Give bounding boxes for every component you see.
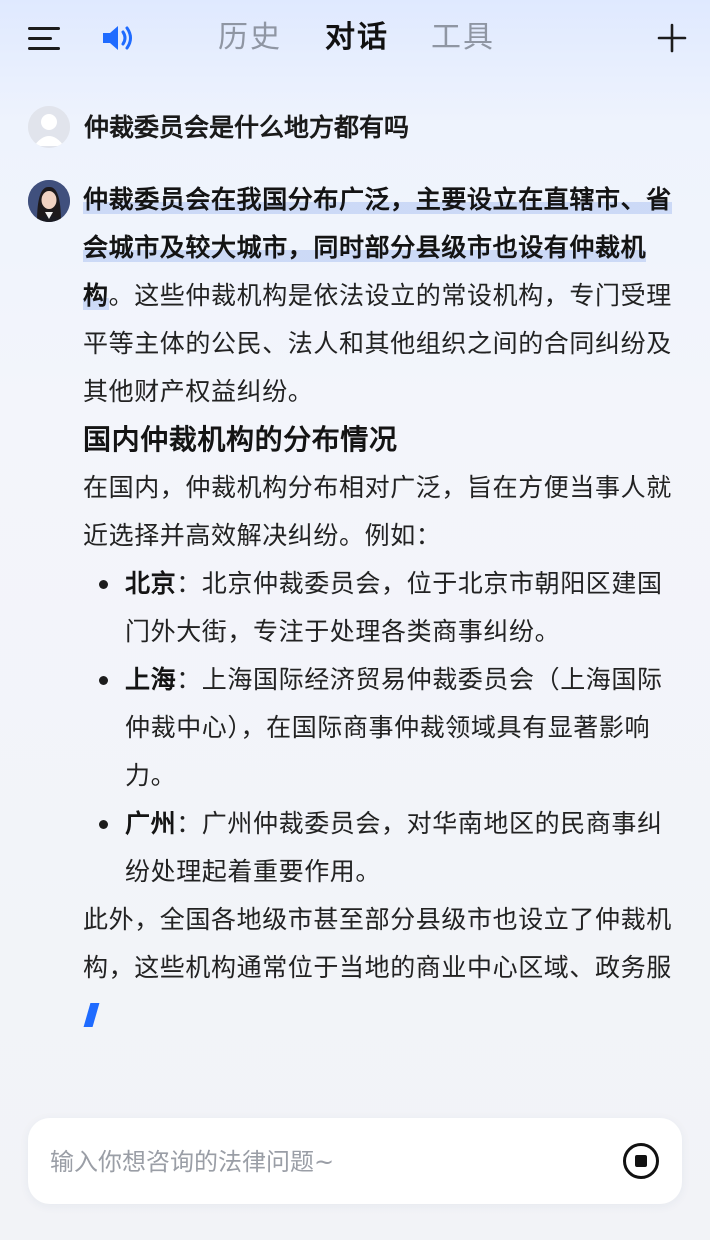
answer-intro-rest: 。这些仲裁机构是依法设立的常设机构，专门受理平等主体的公民、法人和其他组织之间的… — [83, 281, 672, 406]
stop-generation-button[interactable] — [622, 1142, 660, 1180]
city-name: 北京 — [125, 569, 177, 598]
user-question-text: 仲裁委员会是什么地方都有吗 — [84, 113, 410, 142]
tab-history[interactable]: 历史 — [218, 18, 282, 58]
input-bar — [28, 1118, 682, 1206]
user-avatar — [28, 106, 70, 148]
tab-chat[interactable]: 对话 — [325, 18, 389, 58]
stop-icon — [623, 1143, 659, 1179]
answer-tail: 此外，全国各地级市甚至部分县级市也设立了仲裁机构，这些机构通常位于当地的商业中心… — [83, 896, 673, 1040]
city-desc: ：上海国际经济贸易仲裁委员会（上海国际仲裁中心），在国际商事仲裁领域具有显著影响… — [125, 665, 663, 790]
top-bar: 历史 对话 工具 — [0, 0, 710, 76]
list-item: 北京：北京仲裁委员会，位于北京市朝阳区建国门外大街，专注于处理各类商事纠纷。 — [99, 560, 673, 656]
bullet-icon — [99, 676, 108, 685]
city-name: 上海 — [125, 665, 177, 694]
city-desc: ：北京仲裁委员会，位于北京市朝阳区建国门外大街，专注于处理各类商事纠纷。 — [125, 569, 663, 646]
list-item: 广州：广州仲裁委员会，对华南地区的民商事纠纷处理起着重要作用。 — [99, 800, 673, 896]
assistant-answer: 仲裁委员会在我国分布广泛，主要设立在直辖市、省会城市及较大城市，同时部分县级市也… — [83, 176, 673, 1040]
answer-intro: 仲裁委员会在我国分布广泛，主要设立在直辖市、省会城市及较大城市，同时部分县级市也… — [83, 176, 673, 416]
bullet-icon — [99, 820, 108, 829]
city-list: 北京：北京仲裁委员会，位于北京市朝阳区建国门外大街，专注于处理各类商事纠纷。 上… — [83, 560, 673, 896]
bullet-icon — [99, 580, 108, 589]
assistant-avatar — [28, 180, 70, 222]
plus-icon[interactable] — [656, 22, 688, 54]
answer-lead: 在国内，仲裁机构分布相对广泛，旨在方便当事人就近选择并高效解决纠纷。例如： — [83, 473, 672, 550]
speaker-icon[interactable] — [100, 22, 136, 54]
menu-icon[interactable] — [28, 24, 62, 52]
city-name: 广州 — [125, 809, 177, 838]
tab-tools[interactable]: 工具 — [431, 18, 495, 58]
typing-cursor-icon — [83, 1003, 100, 1027]
list-item: 上海：上海国际经济贸易仲裁委员会（上海国际仲裁中心），在国际商事仲裁领域具有显著… — [99, 656, 673, 800]
city-desc: ：广州仲裁委员会，对华南地区的民商事纠纷处理起着重要作用。 — [125, 809, 663, 886]
answer-tail-text: 此外，全国各地级市甚至部分县级市也设立了仲裁机构，这些机构通常位于当地的商业中心… — [83, 905, 672, 982]
answer-heading: 国内仲裁机构的分布情况 — [83, 423, 398, 456]
question-input[interactable] — [48, 1118, 592, 1206]
